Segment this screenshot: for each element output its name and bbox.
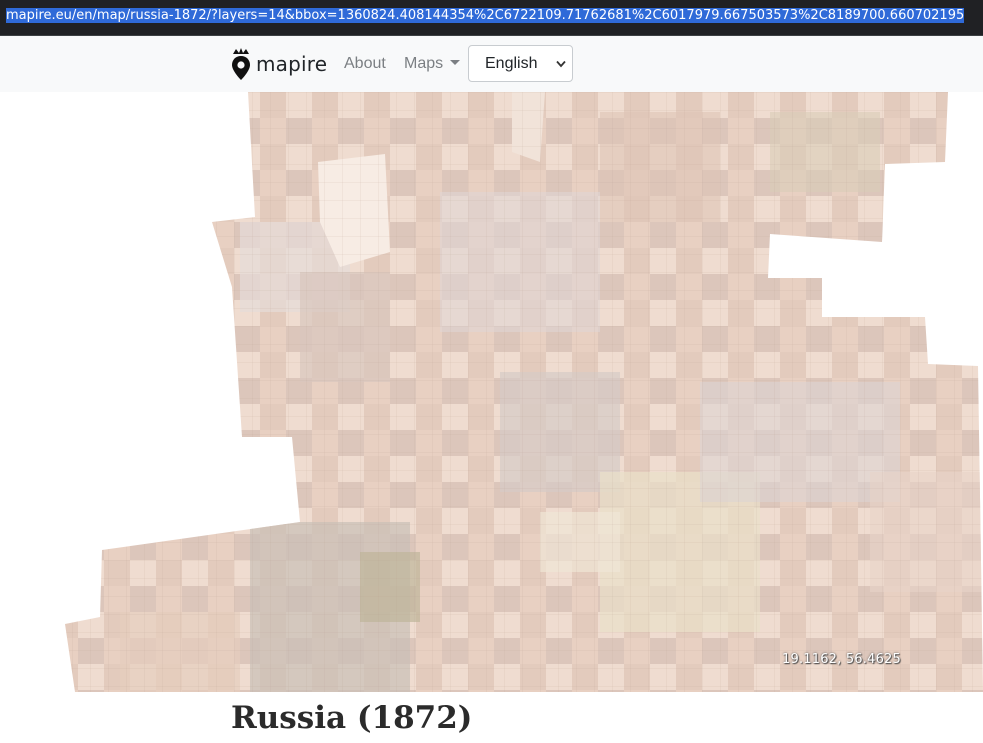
brand-name: mapire	[256, 52, 328, 76]
language-select[interactable]: English	[468, 45, 573, 82]
url-input[interactable]: mapire.eu/en/map/russia-1872/?layers=14&…	[0, 0, 983, 36]
caret-down-icon	[450, 60, 461, 65]
nav-maps-label: Maps	[404, 55, 444, 72]
nav-about-link[interactable]: About	[344, 55, 386, 73]
chevron-down-icon	[556, 60, 566, 68]
url-text: mapire.eu/en/map/russia-1872/?layers=14&…	[6, 8, 965, 23]
browser-address-bar[interactable]: mapire.eu/en/map/russia-1872/?layers=14&…	[0, 0, 983, 36]
language-selected-value: English	[485, 55, 538, 72]
map-canvas[interactable]	[0, 92, 983, 692]
page-title: Russia (1872)	[231, 700, 473, 736]
map-pin-crown-icon	[232, 48, 250, 80]
map-viewport[interactable]: 19.1162, 56.4625	[0, 92, 983, 692]
site-navbar: mapire About Maps English	[0, 36, 983, 92]
nav-maps-dropdown[interactable]: Maps	[404, 55, 461, 73]
cursor-coordinates: 19.1162, 56.4625	[782, 652, 901, 667]
brand-logo-link[interactable]: mapire	[230, 47, 327, 81]
